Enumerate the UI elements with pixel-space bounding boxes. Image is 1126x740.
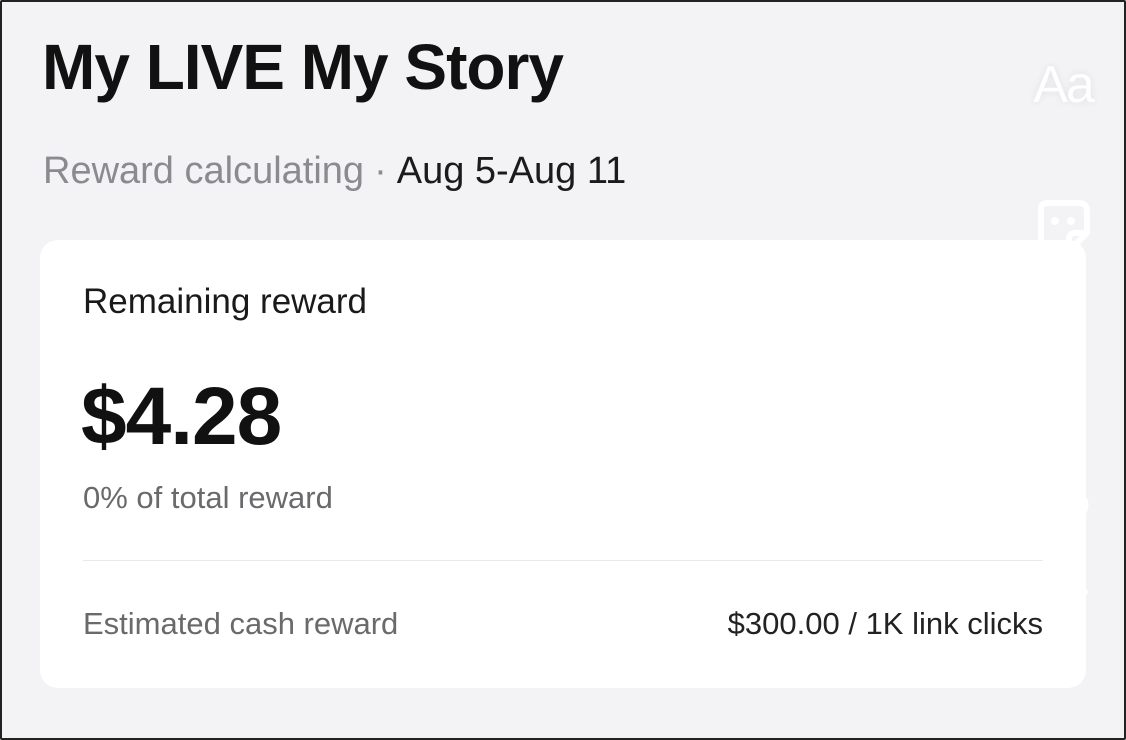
divider (83, 560, 1043, 561)
filter-icon[interactable] (1018, 465, 1108, 534)
text-icon[interactable]: Aa (1018, 55, 1108, 115)
estimate-label: Estimated cash reward (83, 606, 399, 641)
reward-percent: 0% of total reward (83, 480, 333, 515)
separator-dot: · (374, 150, 387, 192)
reward-status: Reward calculating (43, 150, 365, 192)
card-label: Remaining reward (83, 282, 368, 321)
add-icon[interactable] (1018, 335, 1108, 404)
remaining-reward-card: Remaining reward $4.28 0% of total rewar… (40, 240, 1086, 688)
page-title: My LIVE My Story (42, 31, 564, 103)
sticker-icon[interactable] (1018, 195, 1108, 264)
reward-amount: $4.28 (81, 371, 282, 462)
editor-toolbar: Aa (1018, 55, 1108, 655)
estimate-value: $300.00 / 1K link clicks (727, 606, 1043, 641)
reward-status-line: Reward calculating · Aug 5-Aug 11 (43, 150, 626, 193)
date-range: Aug 5-Aug 11 (396, 150, 627, 192)
chevron-down-icon[interactable] (1018, 580, 1108, 625)
